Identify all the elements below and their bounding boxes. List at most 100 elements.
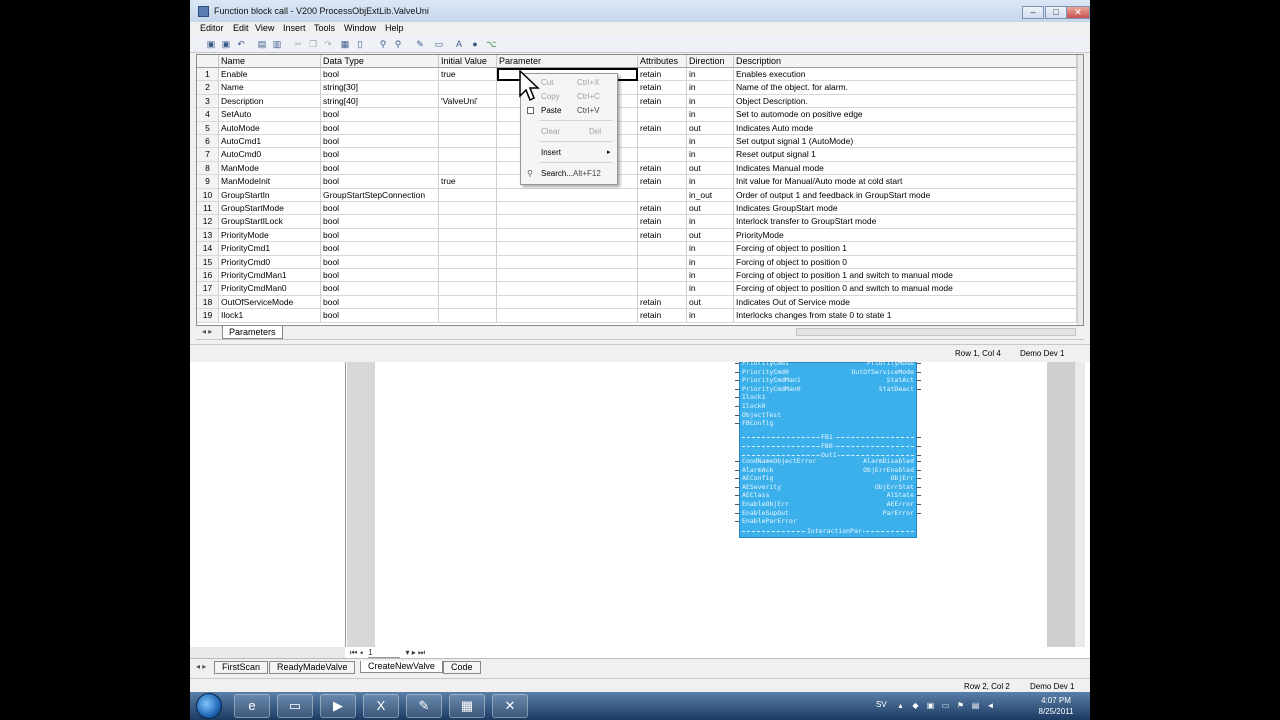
cell-data-type[interactable]: bool xyxy=(321,202,439,216)
cell-description[interactable]: Forcing of object to position 0 xyxy=(734,255,1077,269)
cell-description[interactable]: Reset output signal 1 xyxy=(734,148,1077,162)
cell-attributes[interactable]: retain xyxy=(638,68,687,82)
cell-name[interactable]: SetAuto xyxy=(219,108,321,122)
cell-direction[interactable]: in xyxy=(687,215,734,229)
row-number[interactable]: 2 xyxy=(197,81,219,95)
cell-description[interactable]: Order of output 1 and feedback in GroupS… xyxy=(734,188,1077,202)
cell-initial-value[interactable] xyxy=(439,161,497,176)
table-row[interactable]: 6 AutoCmd1 bool in Set output signal 1 (Auto… xyxy=(197,135,1077,149)
table-row[interactable]: 4 SetAuto bool in Set to automode on positiv… xyxy=(197,108,1077,122)
cell-direction[interactable]: in xyxy=(687,135,734,149)
media-player-icon[interactable]: ▶ xyxy=(320,694,356,718)
cell-data-type[interactable]: bool xyxy=(321,68,439,82)
cell-attributes[interactable]: retain xyxy=(638,161,687,176)
cell-attributes[interactable] xyxy=(638,269,687,283)
table-row[interactable]: 18 OutOfServiceMode bool retain out Indicates… xyxy=(197,295,1077,310)
cell-attributes[interactable]: retain xyxy=(638,94,687,109)
table-row[interactable]: 19 Ilock1 bool retain in Interlocks changes f… xyxy=(197,309,1077,323)
cell-attributes[interactable] xyxy=(638,242,687,256)
print-icon[interactable]: ▤ xyxy=(257,39,267,49)
cell-data-type[interactable]: bool xyxy=(321,228,439,243)
row-number[interactable]: 15 xyxy=(197,255,219,269)
row-number[interactable]: 17 xyxy=(197,282,219,296)
parameter-grid[interactable]: Name Data Type Initial Value Parameter A… xyxy=(196,54,1084,326)
font-icon[interactable]: A xyxy=(454,39,464,49)
tools-icon[interactable]: ✕ xyxy=(492,694,528,718)
cell-parameter[interactable] xyxy=(497,282,638,296)
cell-description[interactable]: Indicates Out of Service mode xyxy=(734,295,1077,310)
tab-createnewvalve[interactable]: CreateNewValve xyxy=(360,661,443,673)
table-row[interactable]: 8 ManMode bool retain out Indicates Manual mo… xyxy=(197,161,1077,176)
table-row[interactable]: 1 Enable bool true retain in Enables execution xyxy=(197,68,1077,82)
menu-item-insert[interactable]: Insert ▸ xyxy=(521,146,617,160)
table-row[interactable]: 16 PriorityCmdMan1 bool in Forcing of object… xyxy=(197,269,1077,283)
cell-data-type[interactable]: bool xyxy=(321,255,439,269)
minimize-button[interactable]: ‒ xyxy=(1022,6,1044,19)
cell-name[interactable]: ManMode xyxy=(219,161,321,176)
save-icon[interactable]: ▣ xyxy=(206,39,216,49)
link-icon[interactable]: ● xyxy=(470,39,480,49)
row-number[interactable]: 3 xyxy=(197,94,219,109)
cell-initial-value[interactable] xyxy=(439,269,497,283)
cell-direction[interactable]: in xyxy=(687,68,734,82)
cell-attributes[interactable]: retain xyxy=(638,175,687,189)
menu-edit[interactable]: Edit xyxy=(233,23,249,33)
cell-direction[interactable]: in xyxy=(687,242,734,256)
cell-description[interactable]: Forcing of object to position 0 and swit… xyxy=(734,282,1077,296)
cell-data-type[interactable]: bool xyxy=(321,215,439,229)
cell-initial-value[interactable] xyxy=(439,282,497,296)
table-row[interactable]: 3 Description string[40] 'ValveUni' retain in… xyxy=(197,94,1077,109)
cell-initial-value[interactable]: 'ValveUni' xyxy=(439,94,497,109)
tab-code[interactable]: Code xyxy=(443,661,481,674)
table-row[interactable]: 13 PriorityMode bool retain out PriorityMode xyxy=(197,228,1077,243)
cell-data-type[interactable]: bool xyxy=(321,148,439,162)
film-icon[interactable]: ▦ xyxy=(449,694,485,718)
cell-direction[interactable]: out xyxy=(687,202,734,216)
cell-initial-value[interactable] xyxy=(439,255,497,269)
row-number[interactable]: 18 xyxy=(197,295,219,310)
cell-direction[interactable]: in_out xyxy=(687,188,734,202)
cell-attributes[interactable] xyxy=(638,282,687,296)
cell-name[interactable]: GroupStartIn xyxy=(219,188,321,202)
cell-description[interactable]: Indicates Manual mode xyxy=(734,161,1077,176)
row-number[interactable]: 10 xyxy=(197,188,219,202)
menu-window[interactable]: Window xyxy=(344,23,376,33)
cell-initial-value[interactable] xyxy=(439,188,497,202)
cell-direction[interactable]: in xyxy=(687,255,734,269)
row-number[interactable]: 13 xyxy=(197,228,219,243)
table-row[interactable]: 12 GroupStartILock bool retain in Interlock t… xyxy=(197,215,1077,229)
ie-icon[interactable]: e xyxy=(234,694,270,718)
cell-name[interactable]: PriorityCmdMan1 xyxy=(219,269,321,283)
cell-description[interactable]: Forcing of object to position 1 and swit… xyxy=(734,269,1077,283)
save-all-icon[interactable]: ▣ xyxy=(221,39,231,49)
cell-description[interactable]: Object Description. xyxy=(734,94,1077,109)
cell-name[interactable]: OutOfServiceMode xyxy=(219,295,321,310)
tab-scroll-left-icon[interactable]: ◂ ▸ xyxy=(202,327,212,336)
cell-parameter[interactable] xyxy=(497,269,638,283)
control-builder-icon[interactable]: ✎ xyxy=(406,694,442,718)
cell-initial-value[interactable] xyxy=(439,81,497,95)
cell-attributes[interactable]: retain xyxy=(638,202,687,216)
function-block[interactable]: PriorityCmd1 PriorityCmd0 PriorityCmdMan1 P… xyxy=(735,359,921,538)
cell-initial-value[interactable] xyxy=(439,202,497,216)
menu-item-search[interactable]: ⚲ Search... Alt+F12 xyxy=(521,167,617,181)
tab-readymadevalve[interactable]: ReadyMadeValve xyxy=(269,661,356,674)
cell-direction[interactable]: in xyxy=(687,94,734,109)
replace-icon[interactable]: ⚲ xyxy=(393,39,403,49)
cell-description[interactable]: Init value for Manual/Auto mode at cold … xyxy=(734,175,1077,189)
menu-insert[interactable]: Insert xyxy=(283,23,306,33)
grid-vertical-scrollbar[interactable] xyxy=(1077,55,1083,325)
cell-data-type[interactable]: string[30] xyxy=(321,81,439,95)
cell-direction[interactable]: out xyxy=(687,161,734,176)
table-row[interactable]: 10 GroupStartIn GroupStartStepConnection in… xyxy=(197,188,1077,202)
cell-name[interactable]: GroupStartMode xyxy=(219,202,321,216)
cell-description[interactable]: Indicates Auto mode xyxy=(734,121,1077,135)
cell-parameter[interactable] xyxy=(497,255,638,269)
volume-icon[interactable]: ◄ xyxy=(986,701,995,710)
cell-attributes[interactable] xyxy=(638,188,687,202)
flag-icon[interactable]: ⚑ xyxy=(956,701,965,710)
cell-attributes[interactable] xyxy=(638,108,687,122)
grid-header-direction[interactable]: Direction xyxy=(687,55,734,68)
paste-icon[interactable]: ▦ xyxy=(340,39,350,49)
cell-name[interactable]: Name xyxy=(219,81,321,95)
